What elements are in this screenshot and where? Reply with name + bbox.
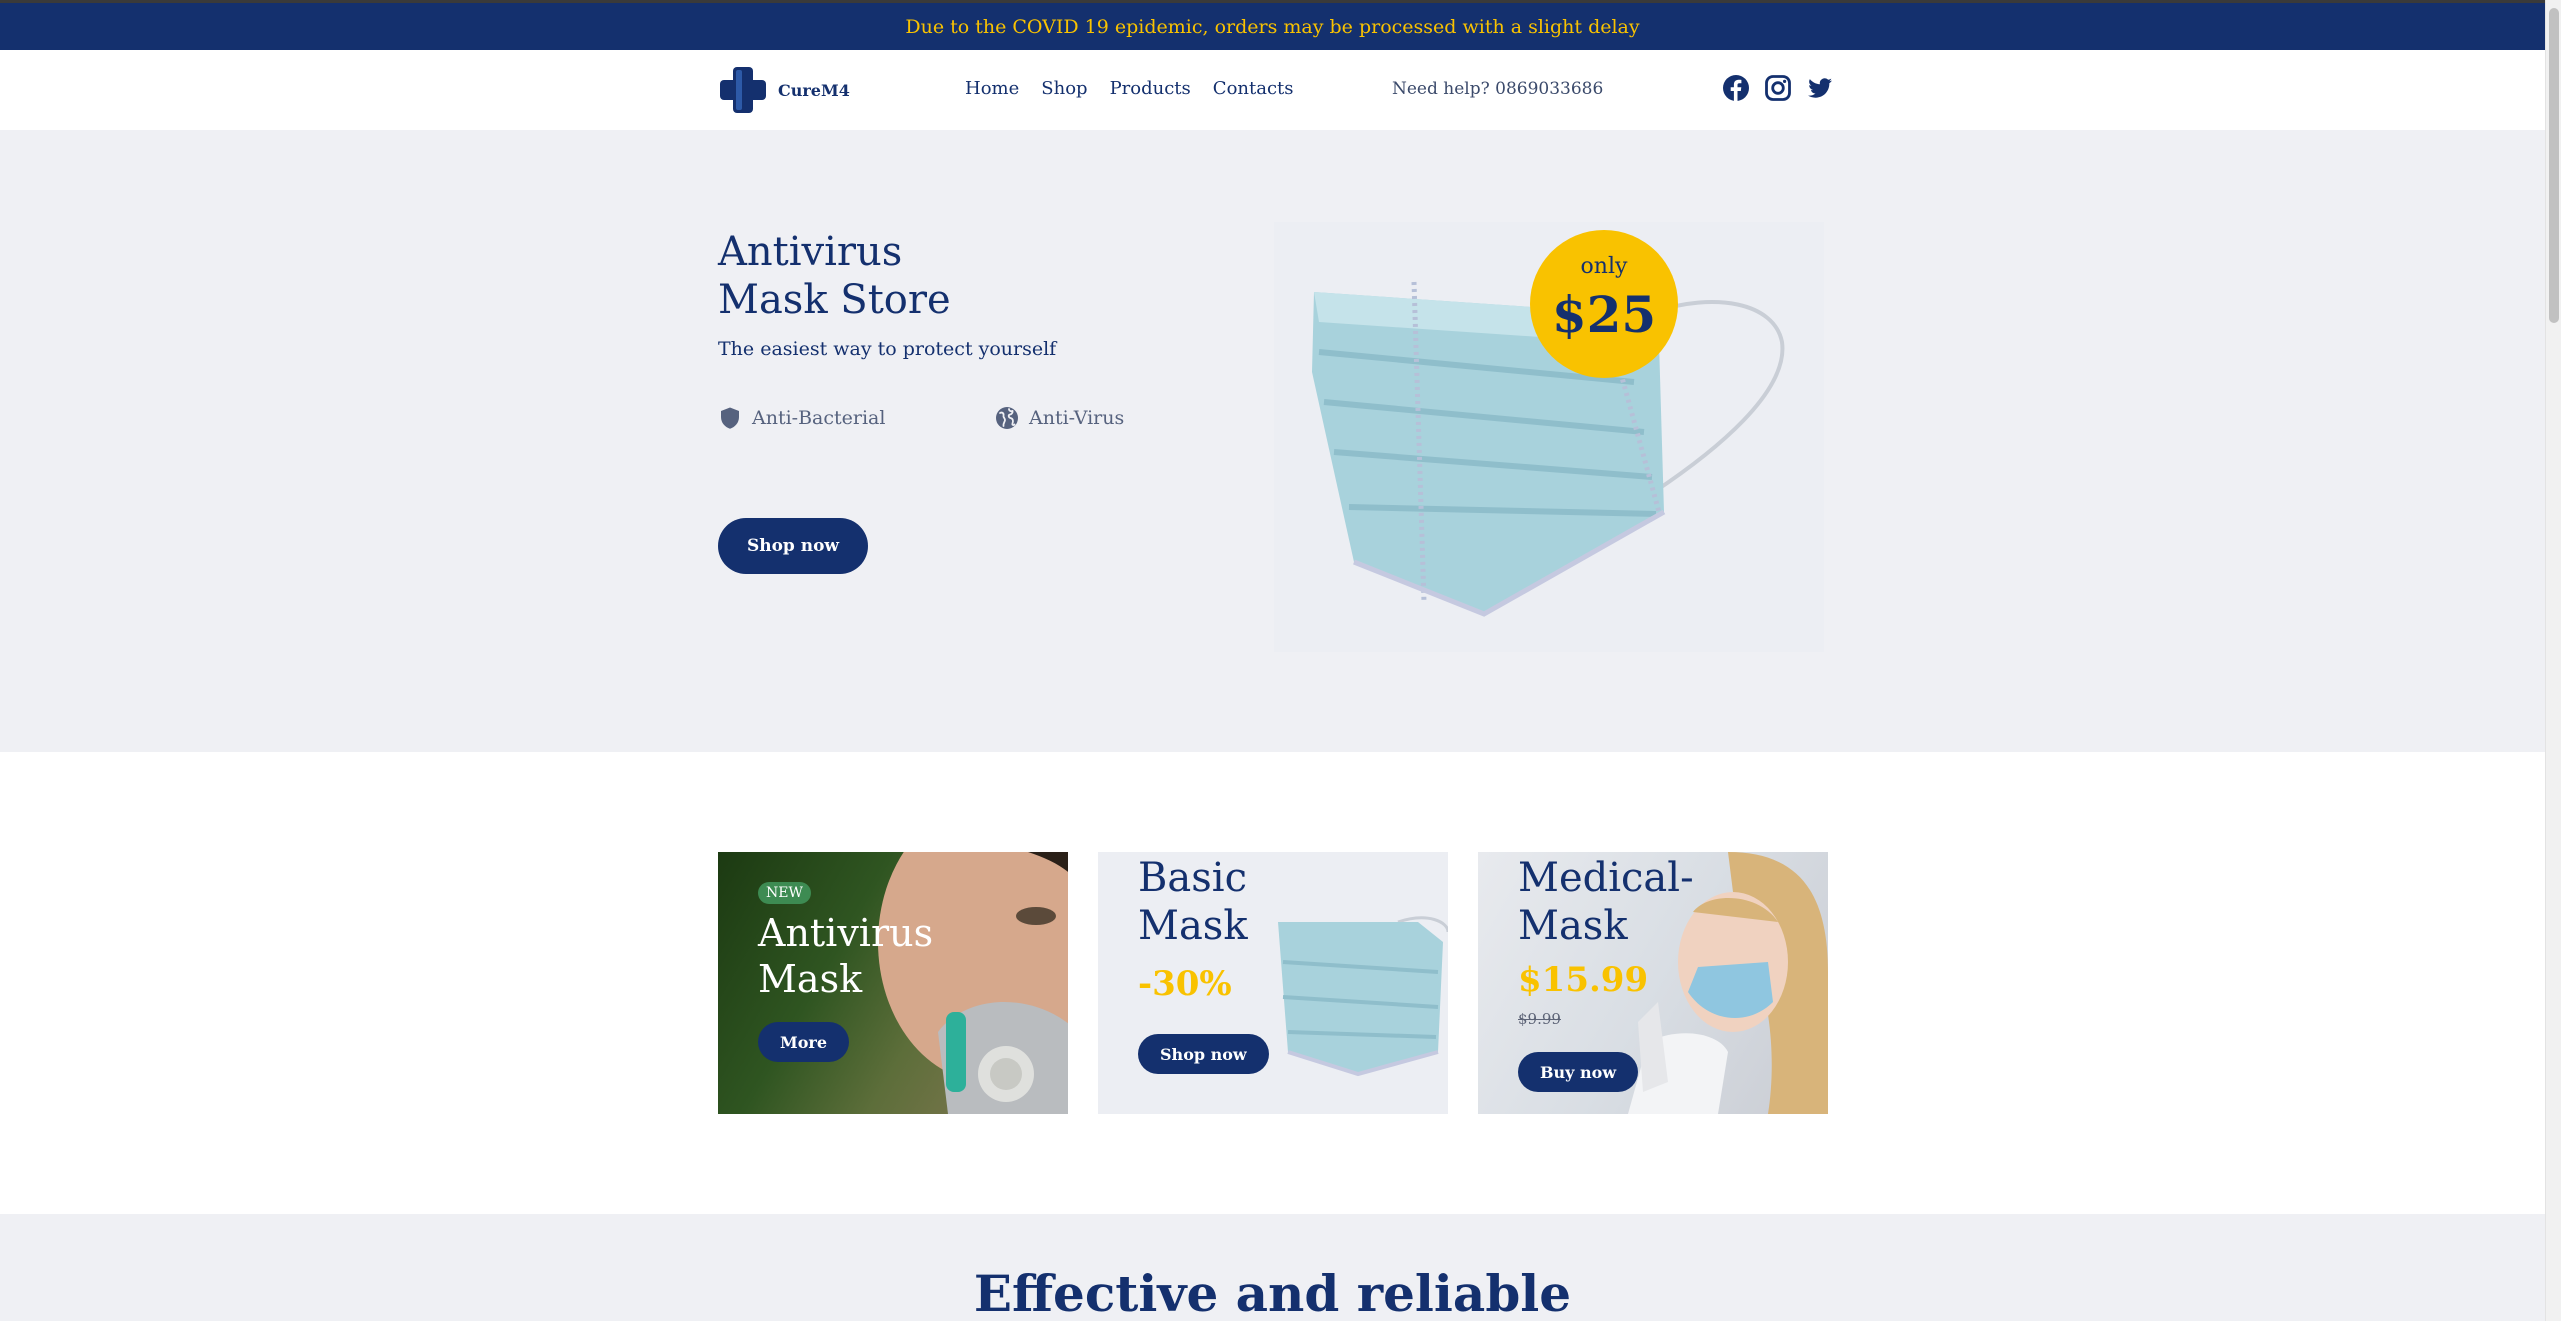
nav-home[interactable]: Home: [965, 78, 1019, 99]
card-title: Basic Mask: [1138, 854, 1248, 950]
card-title: Antivirus Mask: [758, 910, 933, 1002]
product-card-antivirus-mask[interactable]: NEW Antivirus Mask More: [718, 852, 1068, 1114]
card-title-line2: Mask: [1138, 903, 1248, 949]
price-amount: $25: [1551, 285, 1657, 344]
site-header: CureM4 Home Shop Products Contacts Need …: [0, 50, 2545, 130]
announcement-bar: Due to the COVID 19 epidemic, orders may…: [0, 0, 2545, 50]
medical-cross-icon: [718, 65, 768, 115]
page-scrollbar[interactable]: [2545, 0, 2561, 1321]
section-heading: Effective and reliable: [973, 1264, 1572, 1323]
price-prefix: only: [1580, 254, 1628, 279]
card-title: Medical- Mask: [1518, 854, 1694, 950]
hero-title-line1: Antivirus: [718, 229, 903, 275]
brand-logo[interactable]: CureM4: [718, 65, 850, 115]
shop-now-button[interactable]: Shop now: [1138, 1034, 1269, 1074]
product-card-basic-mask[interactable]: Basic Mask -30% Shop now: [1098, 852, 1448, 1114]
social-links: [1722, 74, 1834, 102]
nav-shop[interactable]: Shop: [1041, 78, 1087, 99]
more-button[interactable]: More: [758, 1022, 849, 1062]
announcement-text: Due to the COVID 19 epidemic, orders may…: [905, 15, 1640, 38]
nav-products[interactable]: Products: [1110, 78, 1191, 99]
hero-section: Antivirus Mask Store The easiest way to …: [0, 130, 2545, 752]
hero-title: Antivirus Mask Store: [718, 228, 951, 324]
facebook-icon[interactable]: [1722, 74, 1750, 102]
features-section: Effective and reliable: [0, 1214, 2545, 1323]
help-phone[interactable]: Need help? 0869033686: [1392, 79, 1603, 99]
shield-icon: [721, 407, 739, 429]
old-price-label: $9.99: [1518, 1010, 1561, 1028]
new-badge: NEW: [758, 882, 811, 904]
product-card-medical-mask[interactable]: Medical- Mask $15.99 $9.99 Buy now: [1478, 852, 1828, 1114]
feature-anti-bacterial: Anti-Bacterial: [718, 406, 885, 430]
nav-contacts[interactable]: Contacts: [1213, 78, 1294, 99]
hero-title-line2: Mask Store: [718, 277, 951, 323]
instagram-icon[interactable]: [1764, 74, 1792, 102]
card-title-line2: Mask: [758, 957, 863, 1001]
card-title-line1: Basic: [1138, 855, 1247, 901]
brand-name: CureM4: [778, 80, 850, 100]
card-title-line1: Antivirus: [758, 911, 934, 955]
globe-icon: [996, 407, 1018, 429]
discount-label: -30%: [1138, 964, 1232, 1004]
page: Due to the COVID 19 epidemic, orders may…: [0, 0, 2545, 1323]
shop-now-button[interactable]: Shop now: [718, 518, 868, 574]
feature-label: Anti-Virus: [1029, 407, 1125, 429]
card-title-line2: Mask: [1518, 903, 1628, 949]
feature-label: Anti-Bacterial: [752, 407, 886, 429]
main-nav: Home Shop Products Contacts: [965, 78, 1316, 99]
price-badge: only $25: [1530, 230, 1678, 378]
price-label: $15.99: [1518, 960, 1649, 1000]
feature-anti-virus: Anti-Virus: [995, 406, 1124, 430]
twitter-icon[interactable]: [1806, 74, 1834, 102]
scrollbar-thumb[interactable]: [2549, 8, 2559, 323]
buy-now-button[interactable]: Buy now: [1518, 1052, 1639, 1092]
hero-subtitle: The easiest way to protect yourself: [718, 338, 1057, 360]
card-title-line1: Medical-: [1518, 855, 1694, 901]
